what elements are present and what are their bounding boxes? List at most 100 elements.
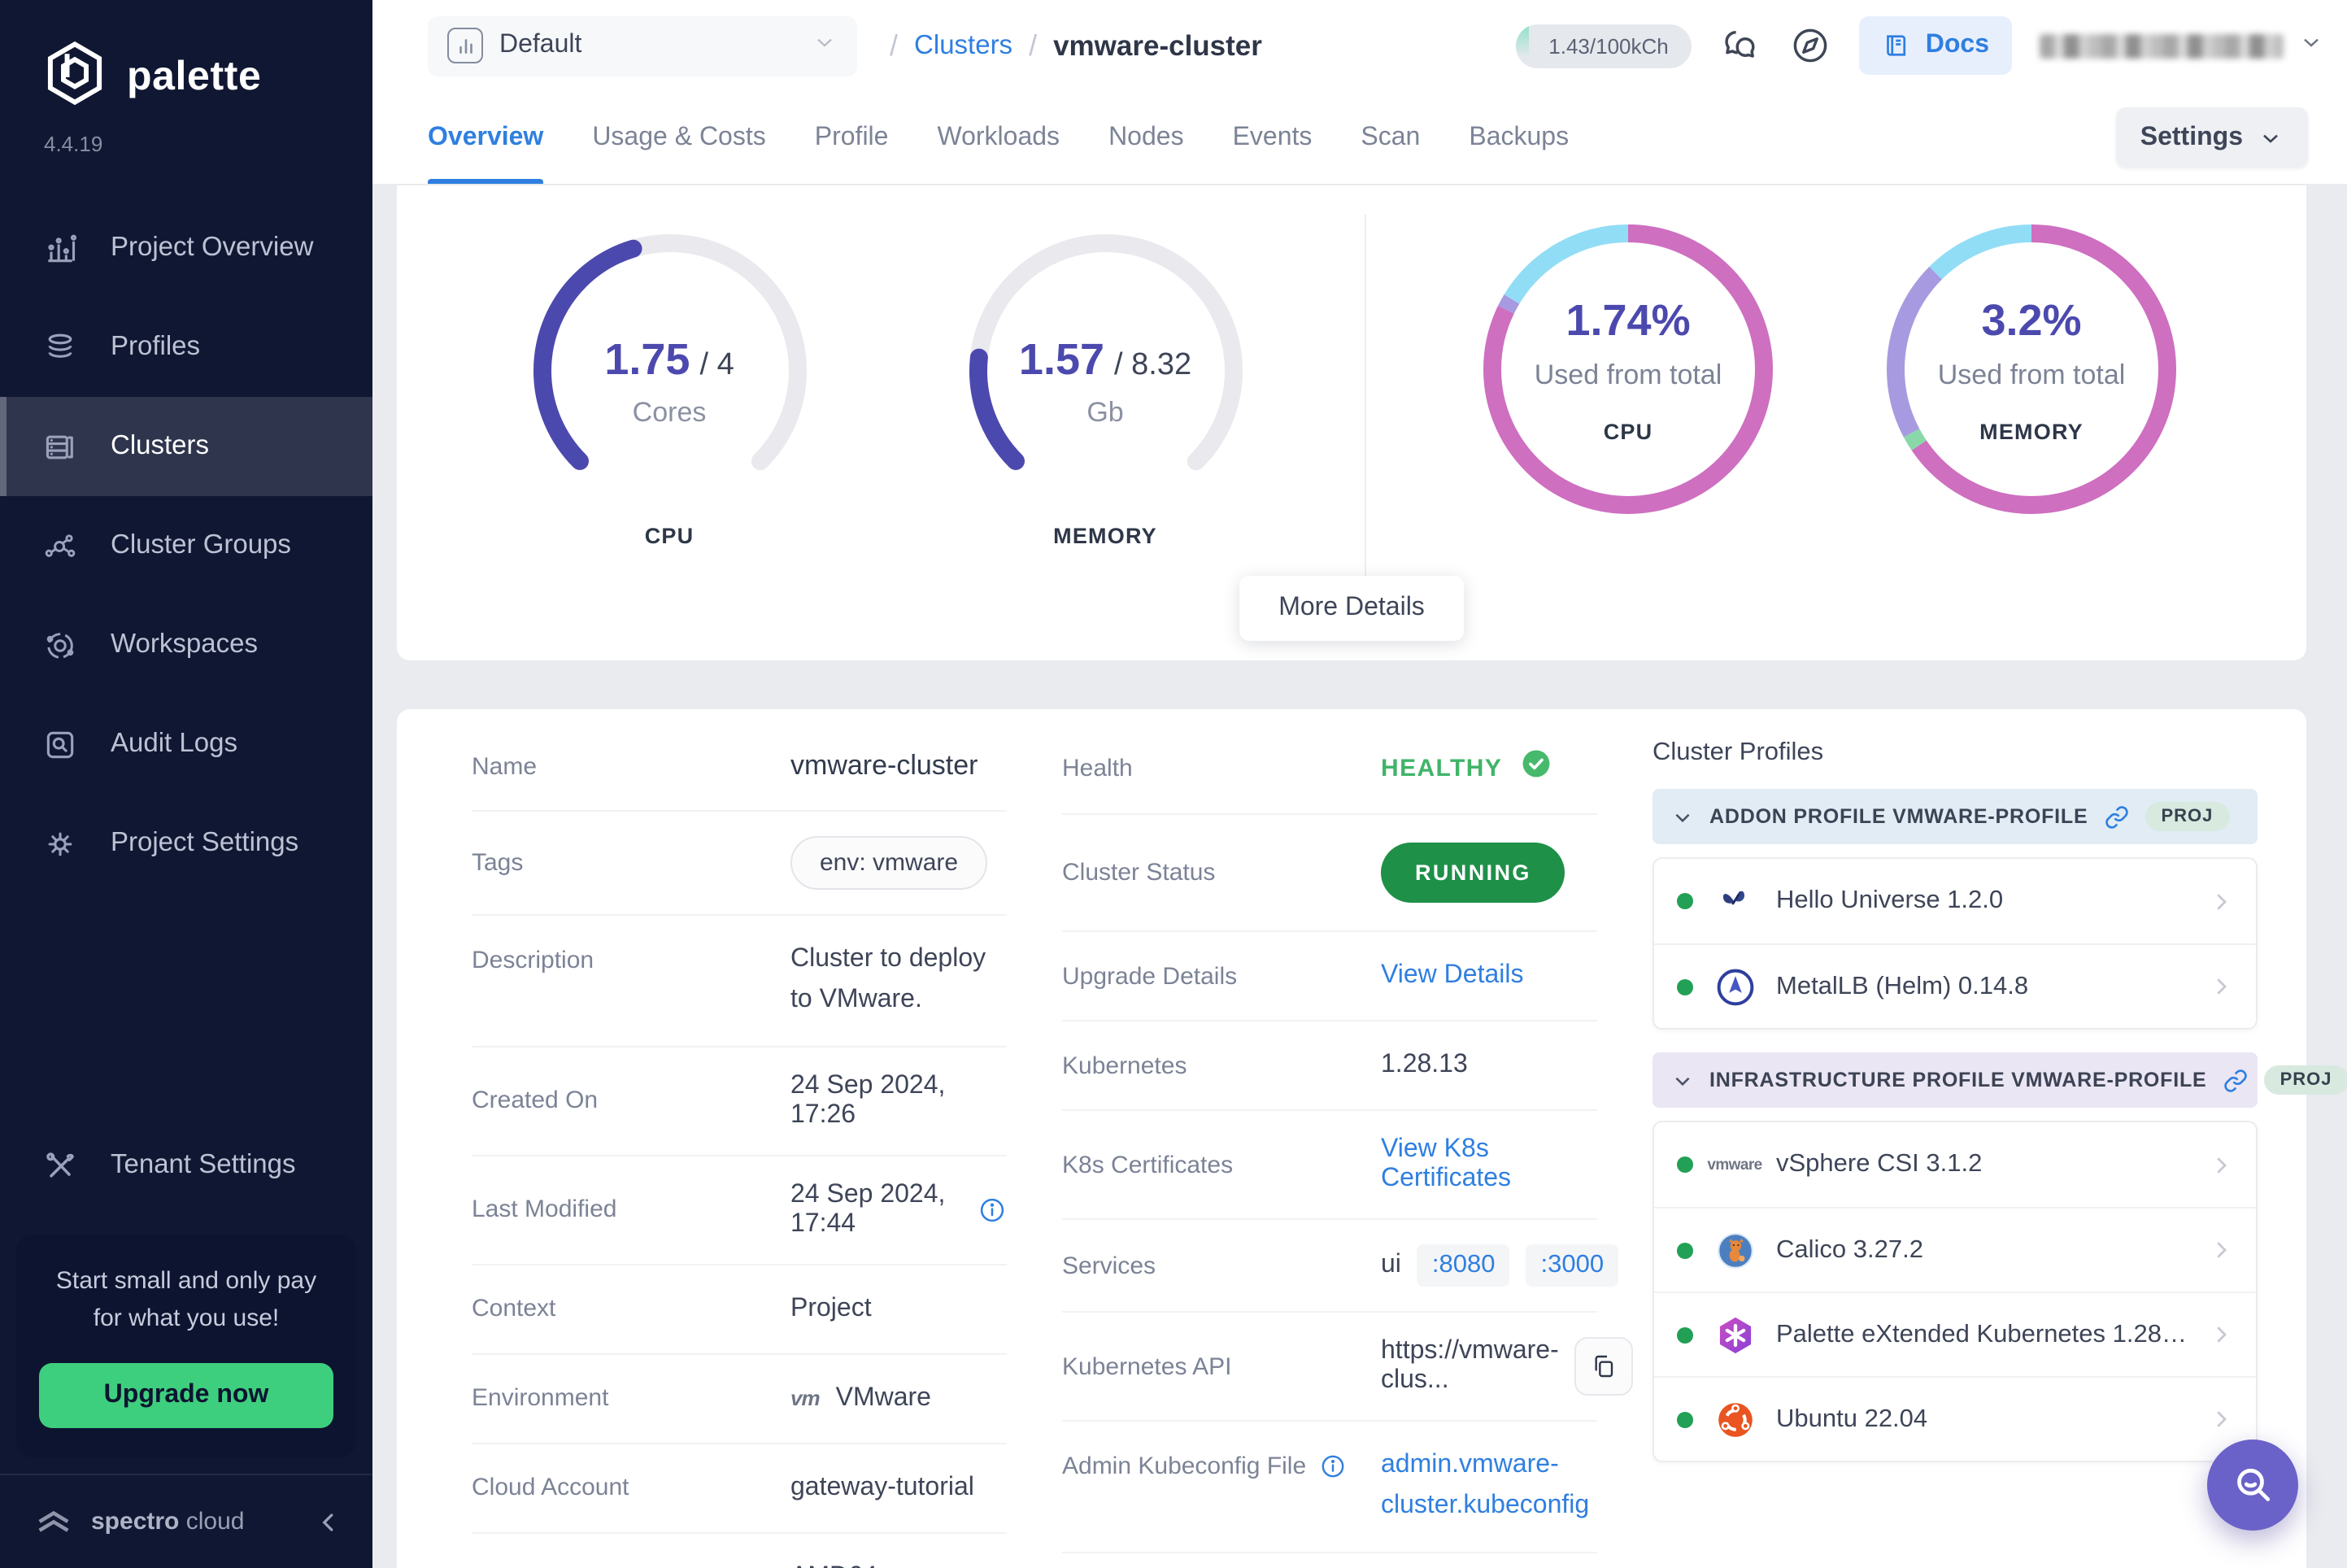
detail-row-description: Description Cluster to deploy to VMware. <box>472 916 1007 1047</box>
detail-row-environment: Environment vm VMware <box>472 1354 1007 1444</box>
info-icon[interactable] <box>1319 1453 1347 1480</box>
addon-profile-header[interactable]: ADDON PROFILE VMWARE-PROFILE PROJ <box>1652 789 2258 844</box>
sidebar-item-cluster-groups[interactable]: Cluster Groups <box>0 496 372 595</box>
detail-row-services: Services ui :8080 :3000 <box>1062 1220 1597 1313</box>
sidebar-item-project-overview[interactable]: Project Overview <box>0 198 372 298</box>
memory-percent: 3.2% <box>1981 295 2081 346</box>
breadcrumb-separator: / <box>1029 28 1037 63</box>
sidebar-item-workspaces[interactable]: Workspaces <box>0 595 372 695</box>
breadcrumb-clusters-link[interactable]: Clusters <box>914 30 1012 61</box>
docs-button[interactable]: Docs <box>1859 16 2012 75</box>
chevron-right-icon <box>2209 1238 2233 1262</box>
upgrade-now-button[interactable]: Upgrade now <box>39 1363 333 1428</box>
palette-app: palette 4.4.19 Project Overview Profiles… <box>0 0 2347 1568</box>
ubuntu-icon <box>1713 1397 1757 1441</box>
compass-icon[interactable] <box>1789 24 1831 67</box>
sidebar-item-profiles[interactable]: Profiles <box>0 298 372 397</box>
profile-pack-row[interactable]: Palette eXtended Kubernetes 1.28.13 <box>1654 1291 2256 1376</box>
memory-gauge-label: MEMORY <box>957 524 1253 548</box>
audit-icon <box>42 726 78 762</box>
cpu-usage-gauge: 1.75 / 4 Cores CPU <box>521 231 817 660</box>
gear-icon <box>42 825 78 861</box>
detail-row-upgrade: Upgrade Details View Details <box>1062 932 1597 1021</box>
created-on-value: 24 Sep 2024, 17:26 <box>790 1071 1007 1130</box>
last-modified-value: 24 Sep 2024, 17:44 <box>790 1180 961 1239</box>
memory-usage-gauge: 1.57 / 8.32 Gb MEMORY <box>957 231 1253 660</box>
palette-pxk-icon <box>1713 1313 1757 1357</box>
sidebar-item-clusters[interactable]: Clusters <box>0 397 372 496</box>
calico-icon <box>1713 1228 1757 1272</box>
infrastructure-profile-items: vmware vSphere CSI 3.1.2 Calico 3.27. <box>1652 1121 2258 1462</box>
tab-overview[interactable]: Overview <box>428 91 543 184</box>
chevron-down-icon <box>812 28 838 63</box>
profile-pack-row[interactable]: Calico 3.27.2 <box>1654 1207 2256 1291</box>
project-selector[interactable]: Default <box>428 15 857 76</box>
detail-row-architecture: Architecture AMD64 <box>472 1533 1007 1568</box>
view-k8s-certificates-link[interactable]: View K8s Certificates <box>1381 1135 1597 1194</box>
service-port-link[interactable]: :3000 <box>1526 1244 1619 1287</box>
sidebar-item-project-settings[interactable]: Project Settings <box>0 794 372 893</box>
profile-pack-row[interactable]: Hello Universe 1.2.0 <box>1654 859 2256 943</box>
tab-usage-costs[interactable]: Usage & Costs <box>592 91 765 184</box>
settings-button[interactable]: Settings <box>2116 107 2308 168</box>
healthy-check-icon <box>1518 747 1552 789</box>
info-icon[interactable] <box>978 1195 1007 1224</box>
tab-profile[interactable]: Profile <box>815 91 889 184</box>
detail-row-kubeconfig: Admin Kubeconfig File admin.vmware-clust… <box>1062 1422 1597 1553</box>
sidebar-item-audit-logs[interactable]: Audit Logs <box>0 695 372 794</box>
service-port-link[interactable]: :8080 <box>1417 1244 1510 1287</box>
server-icon <box>42 429 78 464</box>
spectro-cloud-name: spectro cloud <box>91 1508 244 1535</box>
chevron-down-icon <box>1672 806 1693 827</box>
sidebar-spacer <box>0 893 372 1116</box>
view-details-link[interactable]: View Details <box>1381 961 1524 991</box>
chevron-right-icon <box>2209 974 2233 999</box>
sidebar-item-label: Tenant Settings <box>111 1150 296 1181</box>
tab-workloads[interactable]: Workloads <box>937 91 1060 184</box>
memory-total-donut: 3.2% Used from total MEMORY <box>1883 221 2179 517</box>
cluster-name-value: vmware-cluster <box>790 750 978 782</box>
kubernetes-api-value: https://vmware-clus... <box>1381 1337 1559 1396</box>
sidebar-item-label: Clusters <box>111 431 209 462</box>
tab-backups[interactable]: Backups <box>1469 91 1569 184</box>
sidebar-item-label: Cluster Groups <box>111 530 291 561</box>
infrastructure-profile-header[interactable]: INFRASTRUCTURE PROFILE VMWARE-PROFILE PR… <box>1652 1052 2258 1108</box>
sidebar-item-tenant-settings[interactable]: Tenant Settings <box>0 1116 372 1215</box>
memory-unit: Gb <box>1086 397 1123 429</box>
copy-button[interactable] <box>1575 1337 1634 1396</box>
tools-icon <box>42 1148 78 1183</box>
chevron-down-icon <box>2258 124 2284 150</box>
vmware-icon: vmware <box>1713 1143 1757 1187</box>
tab-events[interactable]: Events <box>1233 91 1313 184</box>
cluster-profiles-title: Cluster Profiles <box>1652 738 2258 768</box>
chat-icon[interactable] <box>1719 24 1761 67</box>
profile-link-icon[interactable] <box>2104 804 2128 829</box>
profile-pack-row[interactable]: MetalLB (Helm) 0.14.8 <box>1654 943 2256 1028</box>
memory-donut-label: MEMORY <box>1979 419 2084 443</box>
addon-profile-items: Hello Universe 1.2.0 MetalLB (Helm) 0.14… <box>1652 857 2258 1030</box>
tab-nodes[interactable]: Nodes <box>1108 91 1184 184</box>
cpu-donut-label: CPU <box>1604 419 1653 443</box>
scope-badge: PROJ <box>2264 1065 2347 1095</box>
user-name-redacted <box>2040 33 2284 58</box>
details-column-middle: Health HEALTHY Cluster Status RUNNING Up… <box>1062 722 1597 1568</box>
profile-pack-row[interactable]: vmware vSphere CSI 3.1.2 <box>1654 1122 2256 1207</box>
sidebar-item-label: Project Overview <box>111 233 313 264</box>
profile-pack-row[interactable]: Ubuntu 22.04 <box>1654 1376 2256 1461</box>
more-details-button[interactable]: More Details <box>1239 576 1464 641</box>
sidebar-footer: spectro cloud <box>0 1474 372 1568</box>
search-fab-button[interactable] <box>2207 1440 2298 1531</box>
architecture-value: AMD64 <box>790 1563 877 1568</box>
tab-scan[interactable]: Scan <box>1361 91 1420 184</box>
user-menu[interactable] <box>2040 28 2324 63</box>
description-value: Cluster to deploy to VMware. <box>790 940 1007 1021</box>
chevron-down-icon <box>1672 1069 1693 1091</box>
kubeconfig-download-link[interactable]: admin.vmware-cluster.kubeconfig <box>1381 1446 1597 1527</box>
status-dot <box>1677 893 1693 909</box>
collapse-sidebar-icon[interactable] <box>314 1507 343 1536</box>
chevron-right-icon <box>2209 889 2233 913</box>
profile-link-icon[interactable] <box>2223 1068 2248 1092</box>
cluster-tabs: Overview Usage & Costs Profile Workloads… <box>372 91 2347 185</box>
content-area: 1.75 / 4 Cores CPU 1.57 <box>372 185 2347 1568</box>
vmware-mark-icon: vm <box>790 1386 820 1410</box>
